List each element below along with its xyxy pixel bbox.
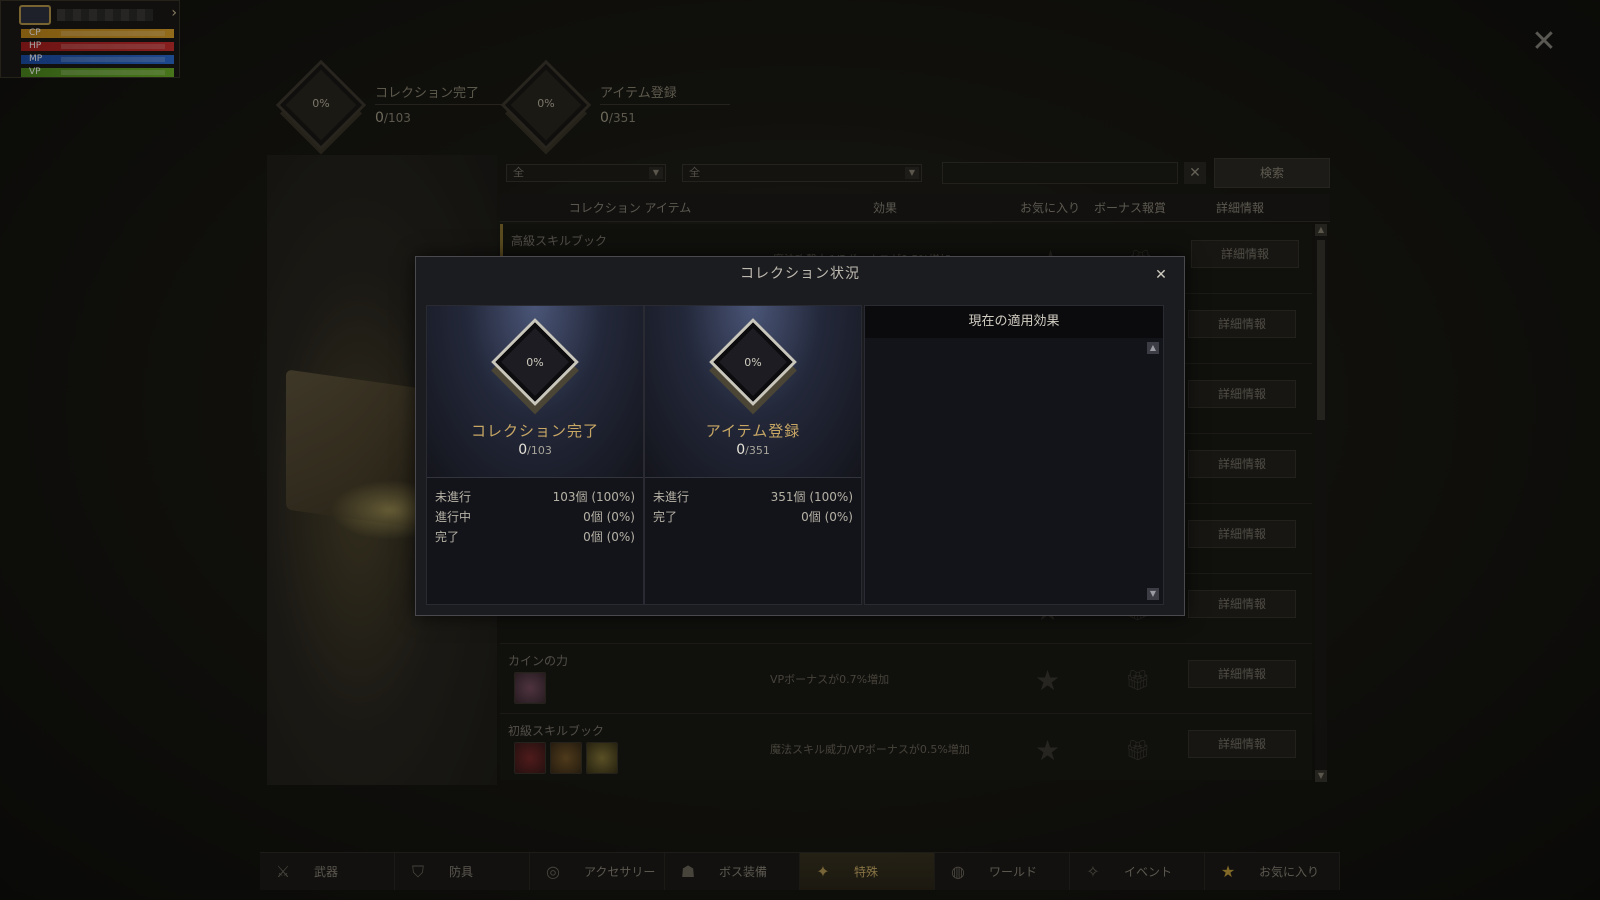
progress-percent: 0% — [744, 356, 762, 369]
stat-label: 未進行 — [653, 490, 690, 504]
progress-percent: 0% — [526, 356, 544, 369]
stat-not-started: 未進行 103個 (100%) — [435, 488, 635, 508]
card-current: 0 — [736, 442, 746, 458]
stat-label: 完了 — [653, 510, 678, 524]
stat-complete: 完了 0個 (0%) — [435, 528, 635, 548]
stat-in-progress: 進行中 0個 (0%) — [435, 508, 635, 528]
stat-value: 0個 (0%) — [801, 510, 853, 524]
stat-not-started: 未進行 351個 (100%) — [653, 488, 853, 508]
card-total: /103 — [527, 444, 552, 457]
item-registration-card: 0% アイテム登録 0/351 未進行 351個 (100%) 完了 0個 (0… — [644, 305, 862, 605]
card-header: 0% アイテム登録 0/351 — [645, 306, 861, 478]
collection-status-modal: コレクション状況 ✕ 0% コレクション完了 0/103 未進行 103個 (1… — [415, 256, 1185, 616]
collection-complete-card: 0% コレクション完了 0/103 未進行 103個 (100%) 進行中 0個… — [426, 305, 644, 605]
stat-value: 103個 (100%) — [552, 490, 635, 504]
card-header: 0% コレクション完了 0/103 — [427, 306, 643, 478]
card-title: コレクション完了 — [470, 422, 599, 440]
card-current: 0 — [518, 442, 528, 458]
stat-value: 0個 (0%) — [583, 530, 635, 544]
stat-label: 進行中 — [435, 510, 472, 524]
stat-label: 未進行 — [435, 490, 472, 504]
modal-title: コレクション状況 — [740, 266, 860, 282]
card-title: アイテム登録 — [705, 422, 801, 440]
card-count: 0/351 — [645, 442, 861, 458]
scroll-up-icon[interactable]: ▲ — [1147, 342, 1159, 354]
close-icon[interactable]: ✕ — [1152, 266, 1170, 284]
effects-header: 現在の適用効果 — [865, 306, 1163, 338]
applied-effects-panel: 現在の適用効果 ▲ ▼ — [864, 305, 1164, 605]
scroll-down-icon[interactable]: ▼ — [1147, 588, 1159, 600]
stat-complete: 完了 0個 (0%) — [653, 508, 853, 528]
stat-value: 0個 (0%) — [583, 510, 635, 524]
stat-value: 351個 (100%) — [770, 490, 853, 504]
card-total: /351 — [745, 444, 770, 457]
stat-label: 完了 — [435, 530, 460, 544]
card-count: 0/103 — [427, 442, 643, 458]
